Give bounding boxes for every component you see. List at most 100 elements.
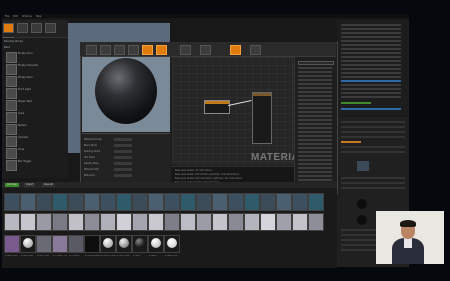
asset-tile[interactable]: M_Ceramic_Tile [52, 235, 68, 257]
asset-tile[interactable]: M_Wood_Oak [164, 235, 180, 257]
asset-tile[interactable] [36, 213, 52, 231]
menu-item-help[interactable]: Help [36, 15, 42, 18]
details-row[interactable] [341, 131, 405, 133]
palette-item[interactable] [298, 167, 332, 169]
place-item[interactable]: Empty Actor [6, 52, 66, 63]
menu-item-edit[interactable]: Edit [13, 15, 18, 18]
outliner-row[interactable] [341, 24, 401, 26]
outliner-row[interactable] [341, 52, 401, 54]
detail-row[interactable]: Blend Mode [84, 144, 168, 147]
asset-tile[interactable] [180, 213, 196, 231]
place-item[interactable]: Cone [6, 148, 66, 159]
details-row[interactable] [341, 182, 405, 184]
asset-tile[interactable] [132, 193, 148, 211]
asset-tile[interactable] [308, 193, 324, 211]
palette-item[interactable] [298, 95, 332, 97]
asset-tile[interactable]: M_Metal_Gold [116, 235, 132, 257]
outliner-row[interactable] [341, 40, 401, 42]
place-item[interactable]: Cylinder [6, 136, 66, 147]
import-button[interactable]: Import [24, 183, 36, 187]
asset-tile[interactable] [36, 193, 52, 211]
outliner-row[interactable] [341, 36, 401, 38]
detail-row[interactable]: Dithered LOD [84, 168, 168, 171]
palette-search[interactable] [298, 61, 334, 65]
palette-item[interactable] [298, 107, 332, 109]
save-icon[interactable] [86, 45, 97, 55]
asset-tile[interactable] [148, 193, 164, 211]
category-basic[interactable]: Basic [4, 46, 66, 50]
palette-item[interactable] [298, 79, 332, 81]
asset-tile[interactable]: M_Water [148, 235, 164, 257]
asset-tile[interactable] [244, 213, 260, 231]
save-all-button[interactable]: Save All [42, 183, 55, 187]
asset-tile[interactable] [84, 193, 100, 211]
landscape-icon[interactable] [30, 23, 42, 33]
palette-item[interactable] [298, 75, 332, 77]
palette-item[interactable] [298, 87, 332, 89]
detail-row[interactable]: Two Sided [84, 156, 168, 159]
details-row[interactable] [341, 126, 405, 128]
apply-icon[interactable] [156, 45, 167, 55]
place-icon[interactable] [3, 23, 14, 33]
outliner-row[interactable] [341, 60, 401, 62]
asset-tile[interactable]: M_Concrete [68, 235, 84, 257]
asset-tile[interactable] [84, 213, 100, 231]
details-row[interactable] [341, 187, 405, 189]
asset-tile[interactable] [212, 213, 228, 231]
palette-item[interactable] [298, 123, 332, 125]
outliner-row[interactable] [341, 92, 401, 94]
asset-tile[interactable] [292, 213, 308, 231]
details-row[interactable] [341, 177, 405, 179]
details-row[interactable] [341, 151, 405, 153]
palette-item[interactable] [298, 131, 332, 133]
outliner-row[interactable] [341, 64, 401, 66]
asset-tile[interactable] [52, 213, 68, 231]
asset-tile[interactable] [100, 193, 116, 211]
clean-icon[interactable] [128, 45, 139, 55]
add-new-button[interactable]: Add New [5, 183, 19, 187]
detail-field[interactable] [114, 174, 132, 177]
asset-tile[interactable] [20, 213, 36, 231]
asset-tile[interactable] [52, 193, 68, 211]
outliner-row[interactable] [341, 56, 401, 58]
palette-item[interactable] [298, 147, 332, 149]
palette-item[interactable] [298, 71, 332, 73]
detail-row[interactable]: Refraction [84, 174, 168, 177]
outliner-row[interactable] [341, 96, 401, 98]
detail-field[interactable] [114, 138, 132, 141]
palette-item[interactable] [298, 111, 332, 113]
detail-row[interactable]: Opacity Mask [84, 162, 168, 165]
place-item[interactable]: Player Start [6, 100, 66, 111]
detail-row[interactable]: Shading Model [84, 150, 168, 153]
details-row[interactable] [341, 136, 405, 138]
asset-tile[interactable] [212, 193, 228, 211]
place-item[interactable]: Empty Pawn [6, 76, 66, 87]
outliner-row[interactable] [341, 44, 401, 46]
palette-item[interactable] [298, 127, 332, 129]
asset-tile[interactable] [100, 213, 116, 231]
asset-tile[interactable] [260, 213, 276, 231]
asset-tile[interactable]: M_Brick_Clay [36, 235, 52, 257]
outliner-row[interactable] [341, 68, 401, 70]
asset-tile[interactable]: M_Basic_Wall [20, 235, 36, 257]
texture-sample-node[interactable] [204, 100, 230, 114]
paint-icon[interactable] [16, 23, 28, 33]
detail-row[interactable]: Material Domain [84, 138, 168, 141]
detail-field[interactable] [114, 150, 132, 153]
asset-tile[interactable] [276, 213, 292, 231]
asset-tile[interactable] [20, 193, 36, 211]
transform-field[interactable] [341, 141, 361, 143]
selected-actor-row[interactable] [341, 108, 401, 110]
place-item[interactable]: Sphere [6, 124, 66, 135]
outliner-row[interactable] [341, 28, 401, 30]
asset-tile[interactable] [276, 193, 292, 211]
outliner-row[interactable] [341, 84, 401, 86]
asset-tile[interactable] [164, 213, 180, 231]
category-recently-placed[interactable]: Recently Placed [4, 40, 66, 44]
detail-field[interactable] [114, 168, 132, 171]
place-item[interactable]: Point Light [6, 88, 66, 99]
palette-item[interactable] [298, 91, 332, 93]
foliage-icon[interactable] [44, 23, 56, 33]
asset-tile[interactable] [116, 213, 132, 231]
asset-tile[interactable] [68, 193, 84, 211]
